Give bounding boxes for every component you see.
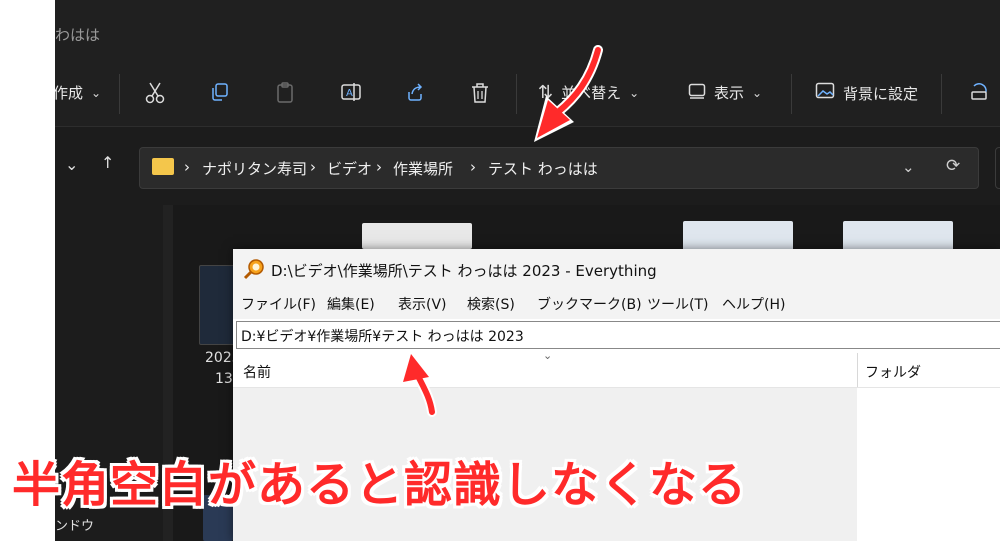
red-arrow-top <box>534 45 603 142</box>
red-arrow-bottom <box>400 350 437 417</box>
annotation-caption: 半角空白があると認識しなくなる <box>12 457 748 513</box>
